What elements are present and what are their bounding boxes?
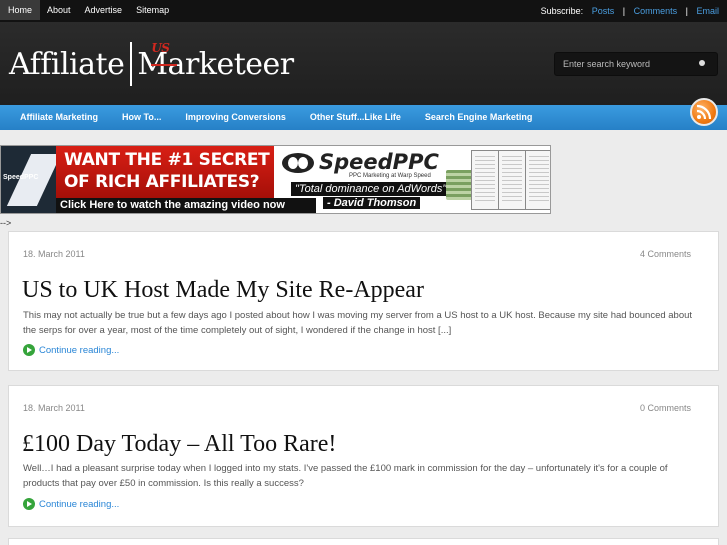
arrow-right-icon <box>23 498 35 510</box>
search-box <box>554 52 718 76</box>
nav-how-to[interactable]: How To... <box>110 105 173 130</box>
banner-tagline: PPC Marketing at Warp Speed <box>349 173 431 179</box>
document-graphic <box>525 150 550 210</box>
banner-cta: Click Here to watch the amazing video no… <box>56 198 316 213</box>
subscribe-links: Subscribe: Posts | Comments | Email <box>541 0 719 22</box>
continue-reading-link[interactable]: Continue reading... <box>23 498 119 510</box>
speedppc-logo-icon <box>282 153 314 173</box>
subscribe-comments-link[interactable]: Comments <box>634 6 678 16</box>
site-logo[interactable]: Affiliate Ma US rketeer <box>9 41 294 86</box>
logo-us-overlay: US <box>151 40 170 55</box>
post-card: 18. March 2011 0 Comments £100 Day Today… <box>8 385 719 527</box>
continue-reading-label: Continue reading... <box>39 344 120 356</box>
continue-reading-label: Continue reading... <box>39 498 120 510</box>
banner-left-panel: SpeedPPC <box>1 146 62 213</box>
top-nav-sitemap[interactable]: Sitemap <box>129 0 176 20</box>
post-card: 18. March 2011 4 Comments US to UK Host … <box>8 231 719 371</box>
continue-reading-link[interactable]: Continue reading... <box>23 344 119 356</box>
nav-improving-conversions[interactable]: Improving Conversions <box>173 105 298 130</box>
document-graphic <box>471 150 499 210</box>
separator: | <box>685 6 688 16</box>
logo-strike <box>151 63 178 66</box>
banner-headline-1: WANT THE #1 SECRET <box>64 150 270 170</box>
nav-affiliate-marketing[interactable]: Affiliate Marketing <box>8 105 110 130</box>
stray-comment-text: --> <box>0 218 12 228</box>
logo-word-affiliate: Affiliate <box>9 46 125 82</box>
logo-word-rketeer: rketeer <box>184 46 294 82</box>
logo-accent: Ma US <box>137 41 185 82</box>
main-nav: Affiliate Marketing How To... Improving … <box>0 105 727 130</box>
post-comments-link[interactable]: 0 Comments <box>640 403 691 413</box>
banner-cta-click: Click Here <box>60 199 114 211</box>
post-date: 18. March 2011 <box>23 403 85 413</box>
post-comments-link[interactable]: 4 Comments <box>640 249 691 259</box>
post-title[interactable]: £100 Day Today – All Too Rare! <box>22 431 336 458</box>
site-header: Affiliate Ma US rketeer <box>0 22 727 105</box>
banner-headline-panel: WANT THE #1 SECRET OF RICH AFFILIATES? <box>56 146 274 198</box>
post-card <box>8 538 719 545</box>
banner-cta-rest: to watch the amazing video now <box>116 199 285 211</box>
speedppc-banner-ad[interactable]: SpeedPPC WANT THE #1 SECRET OF RICH AFFI… <box>0 145 551 214</box>
document-graphic <box>498 150 526 210</box>
banner-brand: SpeedPPC <box>319 150 439 174</box>
post-date: 18. March 2011 <box>23 249 85 259</box>
rss-icon[interactable] <box>690 98 718 126</box>
arrow-right-icon <box>23 344 35 356</box>
separator: | <box>622 6 626 16</box>
search-input[interactable] <box>555 53 695 75</box>
post-title[interactable]: US to UK Host Made My Site Re-Appear <box>22 277 424 304</box>
banner-headline-2: OF RICH AFFILIATES? <box>64 172 260 192</box>
top-nav: Home About Advertise Sitemap <box>0 0 176 22</box>
subscribe-email-link[interactable]: Email <box>696 6 719 16</box>
nav-search-engine-marketing[interactable]: Search Engine Marketing <box>413 105 545 130</box>
nav-other-stuff[interactable]: Other Stuff...Like Life <box>298 105 413 130</box>
post-excerpt: This may not actually be true but a few … <box>23 310 693 336</box>
top-nav-advertise[interactable]: Advertise <box>78 0 130 20</box>
top-nav-home[interactable]: Home <box>0 0 41 20</box>
search-icon[interactable] <box>699 60 705 66</box>
banner-quote: "Total dominance on AdWords" <box>291 182 451 196</box>
banner-author: - David Thomson <box>323 197 421 209</box>
subscribe-label: Subscribe: <box>540 6 584 16</box>
logo-divider <box>130 42 133 86</box>
post-excerpt: Well…I had a pleasant surprise today whe… <box>23 463 668 489</box>
top-nav-about[interactable]: About <box>40 0 78 20</box>
subscribe-posts-link[interactable]: Posts <box>592 6 615 16</box>
banner-left-brand: SpeedPPC <box>3 174 39 181</box>
top-bar: Home About Advertise Sitemap Subscribe: … <box>0 0 727 22</box>
